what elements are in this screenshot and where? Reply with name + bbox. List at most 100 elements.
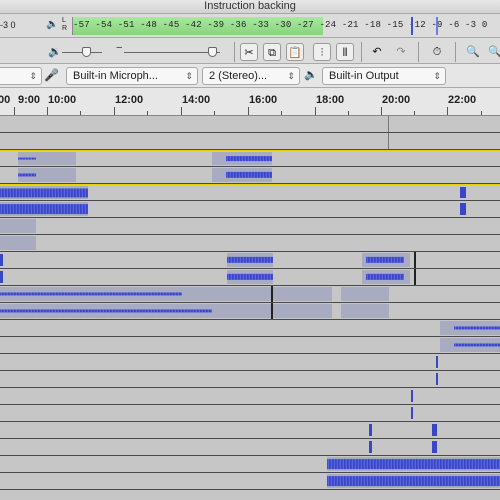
audio-track[interactable] [0, 354, 500, 371]
audio-clip[interactable] [460, 187, 466, 198]
audio-track[interactable] [0, 133, 500, 150]
audio-clip[interactable] [0, 219, 36, 233]
ruler-tick [214, 111, 215, 115]
meter-peak-marker [436, 17, 438, 35]
audio-track[interactable] [0, 252, 500, 269]
audio-clip[interactable] [327, 457, 500, 471]
paste-icon[interactable]: 📋 [286, 43, 304, 61]
audio-clip[interactable] [436, 356, 438, 368]
output-device-label: Built-in Output [329, 70, 399, 82]
audio-track[interactable] [0, 320, 500, 337]
audio-track[interactable] [0, 167, 500, 184]
audio-clip[interactable] [436, 373, 438, 385]
ruler-tick [80, 111, 81, 115]
audio-track[interactable] [0, 116, 500, 133]
ruler-tick [348, 111, 349, 115]
clip-boundary[interactable] [271, 286, 273, 302]
lr-label: L R [62, 17, 68, 32]
input-device-select[interactable]: Built-in Microph... ⇕ [66, 67, 198, 85]
audio-track[interactable] [0, 286, 500, 303]
zoom-in-icon[interactable]: 🔍 [464, 43, 482, 61]
ruler-label: 14:00 [182, 94, 211, 106]
audio-track[interactable] [0, 337, 500, 354]
audio-track[interactable] [0, 218, 500, 235]
meter-left-value: -3 0 [0, 20, 16, 30]
audio-clip[interactable] [440, 338, 500, 352]
audio-clip[interactable] [0, 254, 3, 266]
toolbar-separator [234, 42, 235, 62]
audio-clip[interactable] [411, 407, 413, 419]
audio-clip[interactable] [341, 304, 389, 318]
meter-scale[interactable]: -57 -54 -51 -48 -45 -42 -39 -36 -33 -30 … [72, 17, 492, 35]
audio-track[interactable] [0, 371, 500, 388]
cut-icon[interactable]: ✂ [240, 43, 258, 61]
audio-track[interactable] [0, 150, 500, 167]
audio-clip[interactable] [362, 253, 410, 267]
audio-clip[interactable] [432, 441, 437, 453]
channels-select[interactable]: 2 (Stereo)... ⇕ [202, 67, 300, 85]
audio-track[interactable] [0, 269, 500, 286]
audio-clip[interactable] [212, 168, 272, 182]
output-volume-knob[interactable] [82, 47, 91, 57]
audio-track[interactable] [0, 490, 500, 500]
audio-clip[interactable] [272, 287, 332, 301]
ruler-tick [447, 107, 448, 115]
ruler-tick [248, 107, 249, 115]
input-volume-track[interactable] [124, 52, 220, 53]
audio-track[interactable] [0, 439, 500, 456]
silence-icon[interactable]: ⫴ [336, 43, 354, 61]
audio-track[interactable] [0, 184, 500, 201]
audio-clip[interactable] [0, 287, 272, 301]
zoom-out-icon[interactable]: 🔍 [486, 43, 500, 61]
clip-boundary[interactable] [414, 252, 416, 268]
ruler-tick [14, 107, 15, 115]
tracks-area[interactable] [0, 116, 500, 500]
audio-clip[interactable] [369, 424, 372, 436]
chevron-updown-icon: ⇕ [287, 71, 295, 81]
audio-host-select[interactable]: ⇕ [0, 67, 42, 85]
chevron-updown-icon: ⇕ [433, 71, 441, 81]
audio-track[interactable] [0, 201, 500, 218]
copy-icon[interactable]: ⧉ [263, 43, 281, 61]
audacity-window: Instruction backing -3 0 🔈 L R -57 -54 -… [0, 0, 500, 500]
audio-clip[interactable] [18, 152, 76, 165]
clip-boundary[interactable] [414, 269, 416, 285]
audio-clip[interactable] [432, 424, 437, 436]
audio-track[interactable] [0, 473, 500, 490]
audio-clip[interactable] [460, 203, 466, 215]
clip-boundary[interactable] [271, 303, 273, 319]
output-device-select[interactable]: Built-in Output ⇕ [322, 67, 446, 85]
audio-clip[interactable] [0, 271, 3, 283]
audio-clip[interactable] [18, 168, 76, 182]
ruler-tick [147, 111, 148, 115]
audio-clip[interactable] [369, 441, 372, 453]
audio-clip[interactable] [227, 253, 273, 267]
audio-clip[interactable] [362, 270, 410, 284]
audio-track[interactable] [0, 303, 500, 320]
trim-icon[interactable]: ⫶ [313, 43, 331, 61]
timeline-ruler[interactable]: 00 9:00 10:00 12:00 14:00 16:00 18:00 20… [0, 88, 500, 116]
audio-track[interactable] [0, 422, 500, 439]
redo-icon[interactable]: ↷ [392, 43, 410, 61]
audio-clip[interactable] [0, 202, 88, 216]
audio-clip[interactable] [227, 270, 273, 284]
audio-clip[interactable] [341, 287, 389, 301]
audio-track[interactable] [0, 388, 500, 405]
audio-clip[interactable] [440, 321, 500, 335]
audio-clip[interactable] [0, 304, 272, 318]
audio-track[interactable] [0, 405, 500, 422]
audio-track[interactable] [0, 235, 500, 252]
audio-track[interactable] [0, 456, 500, 473]
undo-icon[interactable]: ↶ [368, 43, 386, 61]
audio-clip[interactable] [212, 152, 272, 165]
ruler-label: 12:00 [115, 94, 144, 106]
audio-clip[interactable] [0, 186, 88, 199]
playback-meter[interactable]: 🔈 L R -57 -54 -51 -48 -45 -42 -39 -36 -3… [46, 17, 500, 35]
timer-icon[interactable]: ⏱ [428, 43, 446, 61]
audio-clip[interactable] [0, 236, 36, 250]
speaker-icon[interactable]: 🔈 [46, 19, 58, 30]
audio-clip[interactable] [411, 390, 413, 402]
audio-clip[interactable] [327, 474, 500, 488]
input-volume-knob[interactable] [208, 47, 217, 57]
audio-clip[interactable] [272, 304, 332, 318]
